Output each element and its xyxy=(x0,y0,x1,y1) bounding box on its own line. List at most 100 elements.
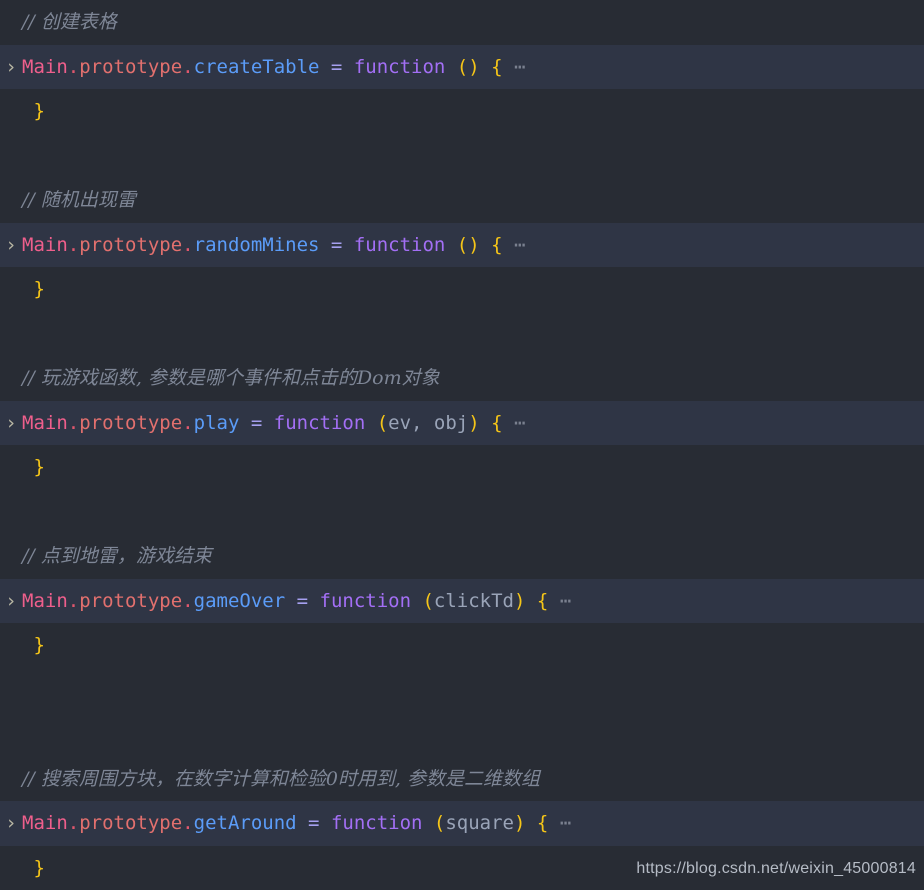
code-editor[interactable]: // 创建表格 › Main.prototype.createTable = fun… xyxy=(0,0,924,890)
token-prototype: prototype xyxy=(79,55,183,78)
token-keyword: function xyxy=(330,812,423,834)
comment-text: // 玩游戏函数, 参数是哪个事件和点击的Dom对象 xyxy=(22,367,440,389)
token-keyword: function xyxy=(353,233,446,256)
token-paren-open: ( xyxy=(433,812,446,834)
folded-code-line[interactable]: › Main.prototype.getAround = function (sq… xyxy=(0,801,924,846)
token-paren-close: ) xyxy=(468,233,480,256)
comment-line: // 随机出现雷 xyxy=(0,178,924,223)
closing-brace-line: } xyxy=(0,89,924,134)
token-dot: . xyxy=(67,589,80,612)
token-method-name: getAround xyxy=(193,812,297,834)
token-method-name: createTable xyxy=(193,55,320,78)
token-parameters: clickTd xyxy=(433,589,514,612)
token-object: Main xyxy=(22,55,68,78)
fold-ellipsis-icon[interactable]: ⋯ xyxy=(560,812,572,834)
comment-line: // 搜索周围方块，在数字计算和检验0时用到, 参数是二维数组 xyxy=(0,757,924,802)
fold-ellipsis-icon[interactable]: ⋯ xyxy=(560,590,572,612)
token-paren-close: ) xyxy=(514,589,526,612)
comment-text: // 随机出现雷 xyxy=(22,189,136,211)
token-brace-open: { xyxy=(491,411,503,434)
comment-line: // 点到地雷，游戏结束 xyxy=(0,534,924,579)
token-operator: = xyxy=(308,812,320,834)
token-method-name: play xyxy=(193,411,240,434)
token-object: Main xyxy=(22,233,68,256)
comment-line: // 玩游戏函数, 参数是哪个事件和点击的Dom对象 xyxy=(0,356,924,401)
token-prototype: prototype xyxy=(79,411,183,434)
folded-code-line[interactable]: › Main.prototype.gameOver = function (cli… xyxy=(0,578,924,624)
fold-ellipsis-icon[interactable]: ⋯ xyxy=(514,234,526,256)
token-dot: . xyxy=(67,411,80,434)
token-dot: . xyxy=(67,233,80,256)
closing-brace-line: } xyxy=(0,267,924,312)
folded-code-line[interactable]: › Main.prototype.play = function (ev, obj… xyxy=(0,400,924,446)
fold-chevron-icon[interactable]: › xyxy=(0,45,22,90)
comment-text: // 搜索周围方块，在数字计算和检验0时用到, 参数是二维数组 xyxy=(22,767,541,790)
token-paren-close: ) xyxy=(468,55,480,78)
code-content: // 创建表格 › Main.prototype.createTable = fun… xyxy=(0,0,924,890)
token-brace-open: { xyxy=(491,55,503,78)
token-object: Main xyxy=(22,589,68,612)
folded-code-line[interactable]: › Main.prototype.createTable = function (… xyxy=(0,44,924,90)
token-keyword: function xyxy=(353,55,446,78)
fold-ellipsis-icon[interactable]: ⋯ xyxy=(514,56,526,78)
token-dot: . xyxy=(182,812,194,834)
token-brace-open: { xyxy=(491,233,503,256)
token-dot: . xyxy=(182,411,194,434)
token-dot: . xyxy=(182,233,194,256)
token-prototype: prototype xyxy=(79,812,183,834)
token-parameters: ev, obj xyxy=(388,411,469,434)
fold-chevron-icon[interactable]: › xyxy=(0,801,22,846)
token-method-name: randomMines xyxy=(193,233,320,256)
comment-line: // 创建表格 xyxy=(0,0,924,45)
token-paren-open: ( xyxy=(456,55,469,78)
token-brace-close: } xyxy=(22,278,45,300)
watermark: https://blog.csdn.net/weixin_45000814 xyxy=(636,860,916,877)
fold-chevron-icon[interactable]: › xyxy=(0,579,22,624)
token-dot: . xyxy=(182,589,194,612)
token-brace-close: } xyxy=(22,100,45,122)
token-brace-close: } xyxy=(22,456,45,478)
token-paren-open: ( xyxy=(422,589,434,612)
token-keyword: function xyxy=(273,411,366,434)
token-operator: = xyxy=(250,411,263,434)
fold-chevron-icon[interactable]: › xyxy=(0,223,22,268)
comment-text: // 点到地雷，游戏结束 xyxy=(22,545,212,567)
fold-ellipsis-icon[interactable]: ⋯ xyxy=(514,412,526,434)
token-prototype: prototype xyxy=(79,589,183,612)
folded-code-line[interactable]: › Main.prototype.randomMines = function (… xyxy=(0,222,924,268)
token-paren-open: ( xyxy=(376,411,389,434)
token-paren-close: ) xyxy=(468,411,480,434)
token-operator: = xyxy=(296,589,309,612)
token-brace-close: } xyxy=(22,634,45,656)
token-paren-close: ) xyxy=(514,812,526,834)
token-brace-open: { xyxy=(536,812,549,834)
fold-chevron-icon[interactable]: › xyxy=(0,401,22,446)
token-operator: = xyxy=(330,233,343,256)
token-dot: . xyxy=(182,55,194,78)
token-dot: . xyxy=(67,55,80,78)
